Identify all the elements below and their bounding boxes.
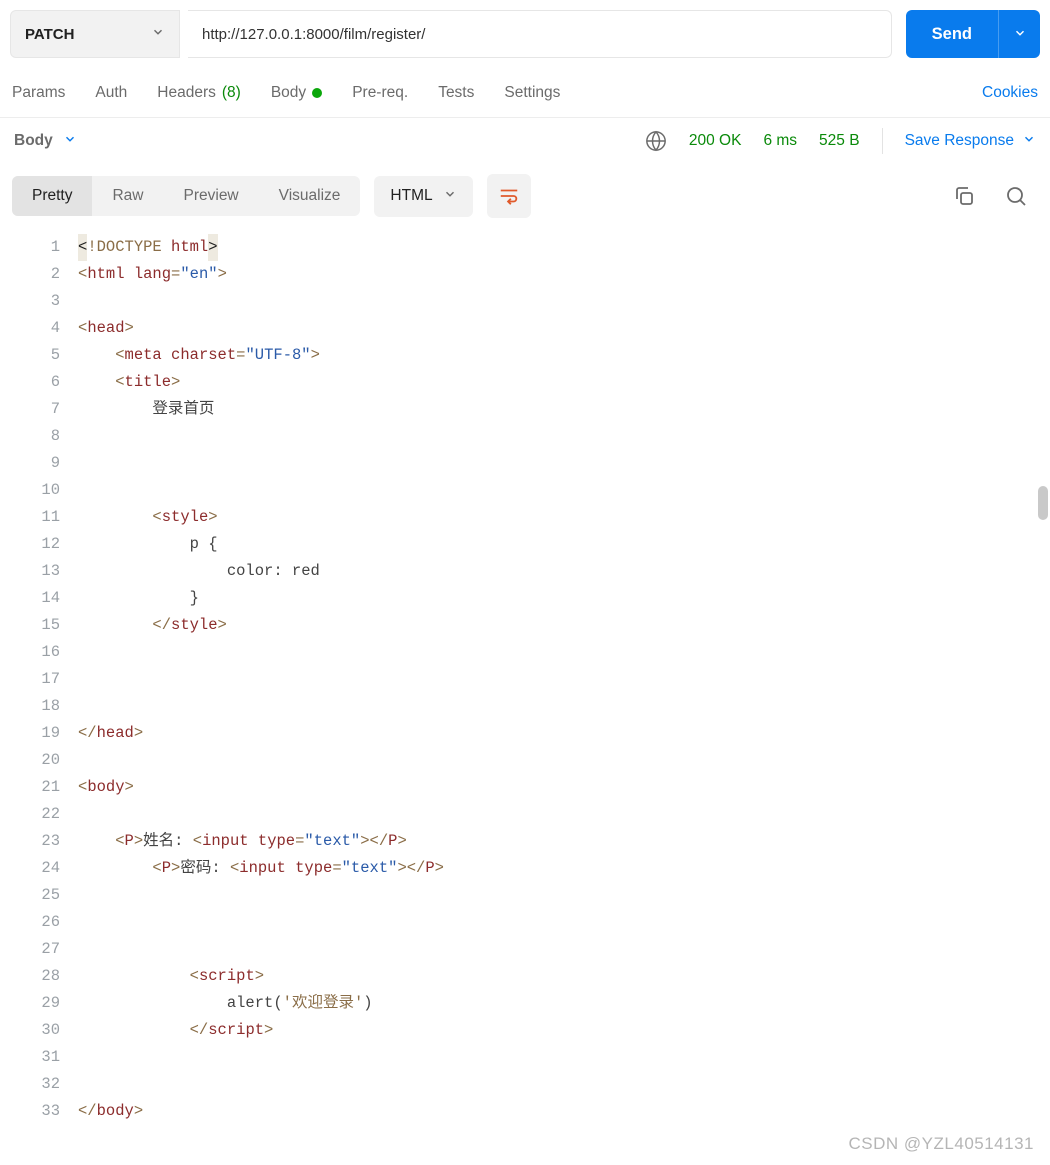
view-tabs: Pretty Raw Preview Visualize	[12, 176, 360, 216]
copy-icon[interactable]	[952, 184, 976, 208]
tab-headers[interactable]: Headers (8)	[157, 72, 241, 114]
tab-tests[interactable]: Tests	[438, 72, 474, 114]
view-tab-pretty[interactable]: Pretty	[12, 176, 92, 216]
chevron-down-icon	[443, 187, 457, 206]
request-tabs-row: Params Auth Headers (8) Body Pre-req. Te…	[0, 68, 1050, 118]
response-status-row: Body 200 OK 6 ms 525 B Save Response	[0, 118, 1050, 164]
divider	[882, 128, 883, 154]
method-label: PATCH	[25, 26, 74, 43]
response-code-area: 1234567891011121314151617181920212223242…	[0, 228, 1050, 1165]
view-tab-raw[interactable]: Raw	[92, 176, 163, 216]
status-size: 525 B	[819, 132, 860, 150]
line-gutter: 1234567891011121314151617181920212223242…	[0, 234, 78, 1125]
response-body-label: Body	[14, 132, 53, 150]
view-tab-visualize[interactable]: Visualize	[259, 176, 361, 216]
tab-body-label: Body	[271, 84, 306, 102]
chevron-down-icon	[63, 132, 77, 151]
save-response-label: Save Response	[905, 132, 1014, 150]
tab-headers-label: Headers	[157, 84, 216, 102]
tab-prereq[interactable]: Pre-req.	[352, 72, 408, 114]
url-input[interactable]	[188, 10, 892, 58]
headers-count-badge: (8)	[222, 84, 241, 102]
status-code: 200 OK	[689, 132, 742, 150]
chevron-down-icon	[1013, 26, 1027, 43]
response-body-dropdown[interactable]: Body	[14, 132, 77, 151]
code-lines[interactable]: <!DOCTYPE html><html lang="en"><head> <m…	[78, 234, 1050, 1125]
response-toolbar: Pretty Raw Preview Visualize HTML	[0, 164, 1050, 228]
status-right: 200 OK 6 ms 525 B Save Response	[645, 128, 1036, 154]
chevron-down-icon	[1022, 132, 1036, 151]
save-response-dropdown[interactable]: Save Response	[905, 132, 1036, 151]
view-tab-preview[interactable]: Preview	[164, 176, 259, 216]
scrollbar-thumb[interactable]	[1038, 486, 1048, 520]
wrap-lines-icon	[498, 185, 520, 207]
wrap-lines-button[interactable]	[487, 174, 531, 218]
send-button-group: Send	[906, 10, 1040, 58]
language-select[interactable]: HTML	[374, 176, 472, 217]
send-dropdown-button[interactable]	[998, 10, 1040, 58]
request-tabs: Params Auth Headers (8) Body Pre-req. Te…	[12, 72, 560, 114]
status-time: 6 ms	[763, 132, 797, 150]
request-bar: PATCH Send	[0, 0, 1050, 68]
tab-settings[interactable]: Settings	[504, 72, 560, 114]
search-icon[interactable]	[1004, 184, 1028, 208]
cookies-link[interactable]: Cookies	[982, 84, 1038, 102]
globe-icon[interactable]	[645, 130, 667, 152]
toolbar-right	[952, 184, 1038, 208]
language-label: HTML	[390, 187, 432, 205]
tab-params[interactable]: Params	[12, 72, 65, 114]
body-indicator-dot	[312, 88, 322, 98]
send-button[interactable]: Send	[906, 10, 998, 58]
watermark: CSDN @YZL40514131	[849, 1130, 1034, 1157]
tab-auth[interactable]: Auth	[95, 72, 127, 114]
method-select[interactable]: PATCH	[10, 10, 180, 58]
chevron-down-icon	[151, 25, 165, 43]
tab-body[interactable]: Body	[271, 72, 322, 114]
